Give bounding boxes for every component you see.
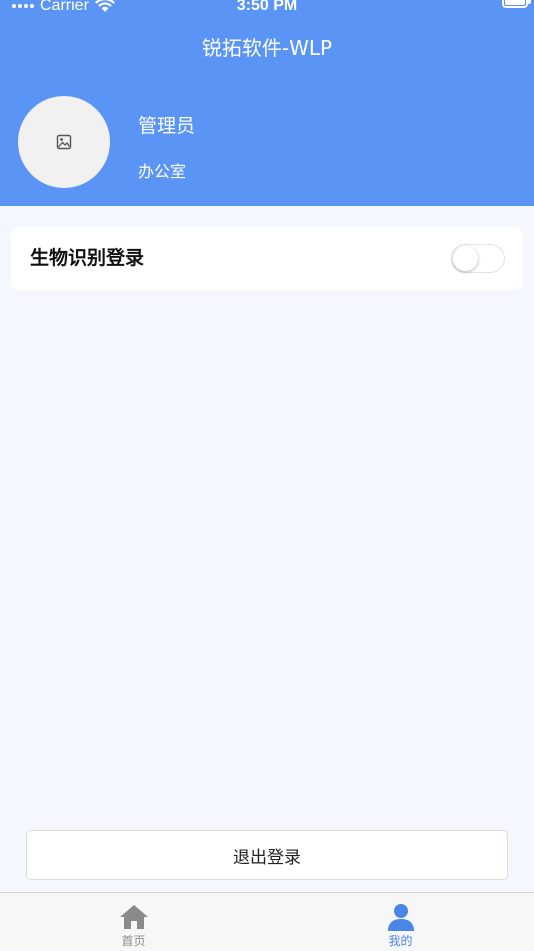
status-bar: Carrier 3:50 PM xyxy=(0,0,534,14)
battery-icon xyxy=(502,0,531,8)
tab-home-label: 首页 xyxy=(121,934,146,948)
toggle-knob xyxy=(453,246,478,271)
image-placeholder-icon xyxy=(56,134,72,150)
profile-header: Carrier 3:50 PM 锐拓软件-WLP 管理员 办公室 xyxy=(0,0,534,206)
tab-bar: 首页 我的 xyxy=(0,892,534,950)
logout-button[interactable]: 退出登录 xyxy=(26,830,508,880)
user-department: 办公室 xyxy=(138,162,187,181)
user-name: 管理员 xyxy=(138,115,196,137)
tab-mine-label: 我的 xyxy=(388,934,413,948)
biometric-login-toggle[interactable] xyxy=(451,244,505,273)
status-time: 3:50 PM xyxy=(236,0,298,14)
home-icon xyxy=(119,905,148,929)
avatar[interactable] xyxy=(18,96,110,188)
biometric-login-label: 生物识别登录 xyxy=(30,247,145,269)
biometric-login-row: 生物识别登录 xyxy=(11,227,523,290)
app-title: 锐拓软件-WLP xyxy=(201,36,333,60)
user-icon xyxy=(387,904,414,931)
tab-mine[interactable]: 我的 xyxy=(267,893,534,951)
tab-home[interactable]: 首页 xyxy=(0,893,267,951)
